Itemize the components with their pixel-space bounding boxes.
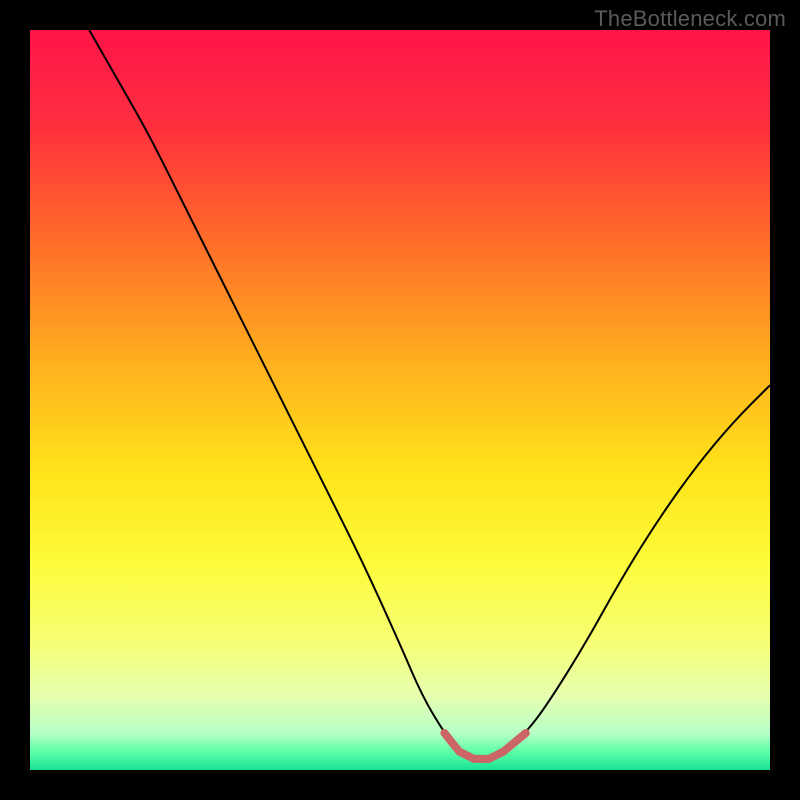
chart-svg <box>30 30 770 770</box>
chart-frame: TheBottleneck.com <box>0 0 800 800</box>
plot-area <box>30 30 770 770</box>
watermark-text: TheBottleneck.com <box>594 6 786 32</box>
gradient-rect <box>30 30 770 770</box>
